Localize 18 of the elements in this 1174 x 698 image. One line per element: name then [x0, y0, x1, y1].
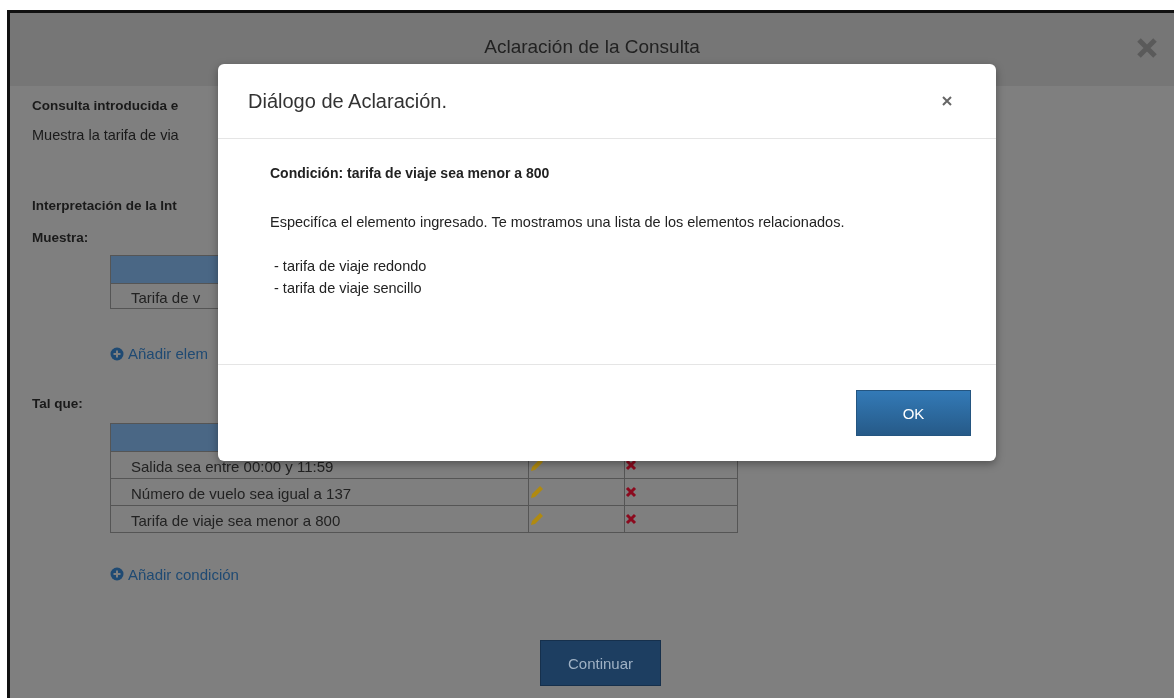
plus-circle-icon[interactable] [110, 346, 124, 361]
dialog-message: Especifíca el elemento ingresado. Te mostramos una lista de los elementos relacionados. [270, 213, 846, 232]
table-cell: Tarifa de viaje sea menor a 800 [110, 505, 529, 532]
section-label: Interpretación de la Int [32, 198, 177, 213]
continue-button[interactable]: Continuar [540, 640, 661, 686]
option-text: - tarifa de viaje redondo [274, 257, 428, 276]
section-label: Muestra: [32, 230, 89, 245]
section-label: Consulta introducida e [32, 98, 179, 113]
window-title: Aclaración de la Consulta [484, 35, 700, 58]
delete-x-icon[interactable] [625, 458, 637, 471]
section-label: Tal que: [32, 395, 83, 411]
dialog-title: Diálogo de Aclaración. [248, 89, 447, 113]
plus-circle-icon[interactable] [110, 567, 124, 581]
condition-text: Condición: tarifa de viaje sea menor a 800 [270, 165, 551, 181]
query-text: Muestra la tarifa de via [32, 127, 179, 143]
table-cell: Número de vuelo sea igual a 137 [110, 478, 529, 505]
close-icon[interactable] [942, 96, 952, 106]
ok-button[interactable]: OK [856, 390, 971, 436]
